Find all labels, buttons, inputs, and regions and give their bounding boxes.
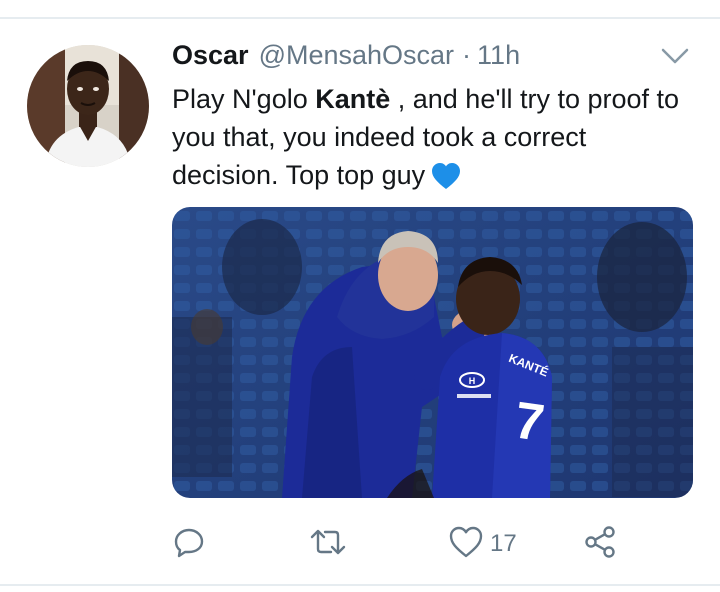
heart-icon: [448, 525, 484, 564]
tweet-media-image[interactable]: H KANTÉ 7: [172, 207, 693, 498]
reply-icon: [172, 525, 206, 564]
reply-button[interactable]: [172, 522, 206, 566]
like-count: 17: [490, 530, 517, 557]
author-handle[interactable]: @MensahOscar: [259, 40, 454, 71]
separator-dot: ·: [462, 40, 472, 70]
tweet-text-bold: Kantè: [315, 84, 391, 114]
tweet-header: Oscar @MensahOscar · 11h: [172, 40, 520, 76]
tweet-actions: 17: [172, 522, 692, 566]
chevron-down-icon[interactable]: [660, 46, 690, 66]
retweet-button[interactable]: [308, 522, 348, 566]
svg-text:H: H: [469, 376, 476, 386]
tweet-text: Play N'golo Kantè , and he'll try to pro…: [172, 80, 692, 200]
bottom-divider: [0, 584, 720, 586]
share-icon: [582, 524, 618, 565]
like-button[interactable]: 17: [448, 522, 517, 566]
timestamp[interactable]: 11h: [477, 40, 520, 71]
blue-heart-icon: [431, 162, 461, 200]
top-divider: [0, 17, 720, 19]
retweet-icon: [308, 525, 348, 564]
avatar[interactable]: [27, 45, 149, 167]
share-button[interactable]: [582, 522, 618, 566]
tweet-text-part1: Play N'golo: [172, 84, 316, 114]
author-name[interactable]: Oscar: [172, 40, 249, 71]
